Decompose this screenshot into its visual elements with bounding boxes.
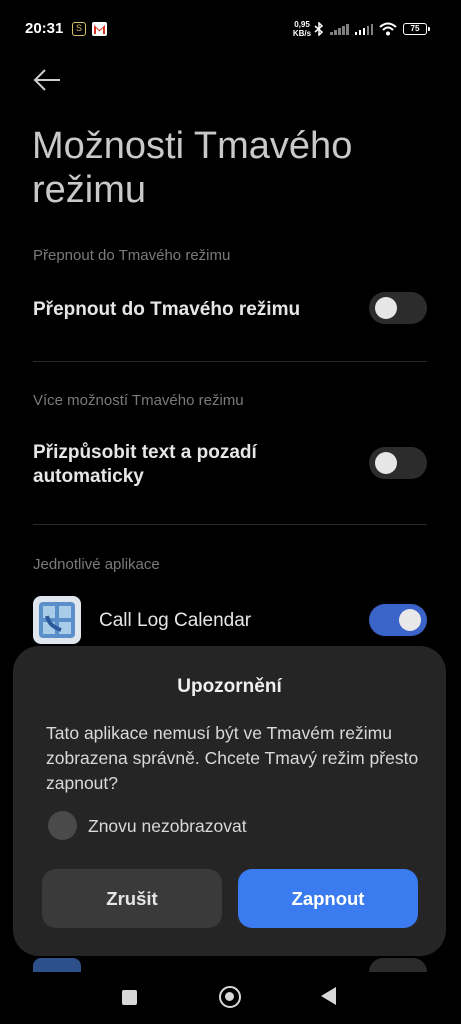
dont-show-again-label[interactable]: Znovu nezobrazovat: [88, 816, 247, 837]
dialog-message: Tato aplikace nemusí být ve Tmavém režim…: [46, 723, 419, 793]
dont-show-again-checkbox[interactable]: [48, 811, 77, 840]
auto-adjust-label[interactable]: Přizpůsobit text a pozadí automaticky: [33, 441, 333, 489]
toggle-knob: [399, 609, 421, 631]
signal-icon-2: [354, 23, 373, 35]
cancel-button[interactable]: Zrušit: [42, 869, 222, 928]
call-log-calendar-toggle[interactable]: [369, 604, 427, 636]
notification-app-icon: S: [72, 22, 86, 36]
page-title: Možnosti Tmavého režimu: [32, 125, 353, 211]
status-icons: 75: [314, 20, 430, 38]
network-speed: 0,95 KB/s: [292, 20, 312, 38]
back-nav-button[interactable]: [321, 987, 336, 1005]
toggle-knob: [375, 297, 397, 319]
auto-adjust-toggle[interactable]: [369, 447, 427, 479]
divider: [33, 361, 427, 362]
signal-icon: [330, 23, 349, 35]
section-label-apps: Jednotlivé aplikace: [33, 556, 160, 573]
back-button[interactable]: [32, 66, 64, 94]
confirm-button[interactable]: Zapnout: [238, 869, 418, 928]
call-log-calendar-app-icon: [33, 596, 81, 644]
bluetooth-icon: [314, 22, 324, 36]
battery-icon: 75: [403, 23, 430, 35]
warning-dialog: Upozornění Tato aplikace nemusí být ve T…: [13, 646, 446, 956]
section-label-switch: Přepnout do Tmavého režimu: [33, 247, 231, 264]
divider: [33, 524, 427, 525]
home-button[interactable]: [219, 986, 241, 1008]
switch-dark-mode-label[interactable]: Přepnout do Tmavého režimu: [33, 298, 353, 322]
wifi-icon: [379, 22, 397, 36]
dark-mode-toggle[interactable]: [369, 292, 427, 324]
status-time: 20:31: [25, 20, 64, 37]
section-label-more: Více možností Tmavého režimu: [33, 392, 244, 409]
next-app-toggle[interactable]: [369, 958, 427, 972]
recents-button[interactable]: [122, 990, 137, 1005]
app-name-call-log-calendar: Call Log Calendar: [99, 610, 252, 631]
dialog-title: Upozornění: [177, 676, 282, 697]
gmail-icon: [92, 22, 107, 36]
arrow-left-icon: [33, 69, 60, 91]
toggle-knob: [375, 452, 397, 474]
